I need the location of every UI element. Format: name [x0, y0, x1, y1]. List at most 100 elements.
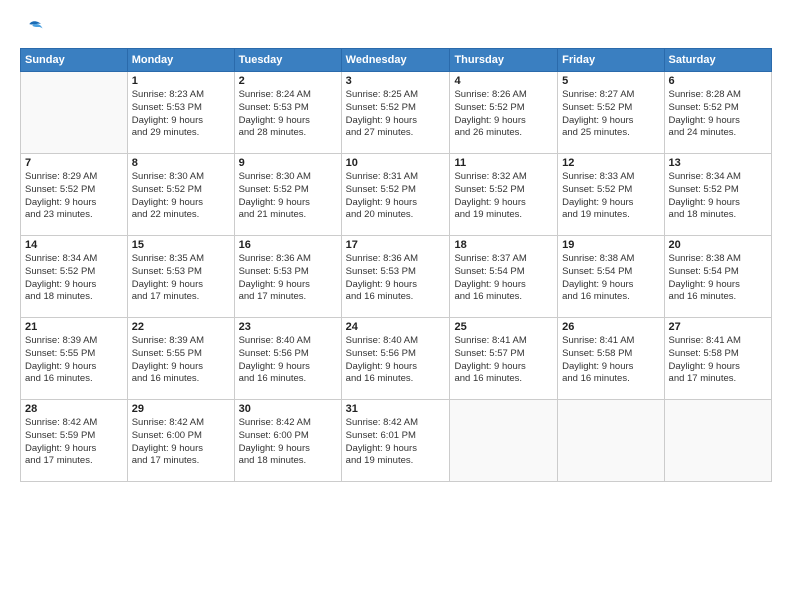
day-number: 14 — [25, 239, 123, 251]
calendar-cell: 22Sunrise: 8:39 AMSunset: 5:55 PMDayligh… — [127, 318, 234, 400]
calendar-cell: 14Sunrise: 8:34 AMSunset: 5:52 PMDayligh… — [21, 236, 128, 318]
cell-content: Daylight: 9 hours — [132, 443, 230, 456]
cell-content: Sunrise: 8:39 AM — [25, 335, 123, 348]
day-number: 23 — [239, 321, 337, 333]
cell-content: Sunset: 5:52 PM — [454, 102, 553, 115]
cell-content: and 16 minutes. — [25, 373, 123, 386]
cell-content: Sunset: 5:54 PM — [669, 266, 767, 279]
cell-content: and 19 minutes. — [346, 455, 446, 468]
calendar-week-1: 7Sunrise: 8:29 AMSunset: 5:52 PMDaylight… — [21, 154, 772, 236]
cell-content: Sunrise: 8:40 AM — [239, 335, 337, 348]
cell-content: Daylight: 9 hours — [132, 197, 230, 210]
day-number: 2 — [239, 75, 337, 87]
cell-content: Sunrise: 8:42 AM — [239, 417, 337, 430]
cell-content: Sunset: 5:52 PM — [346, 102, 446, 115]
cell-content: Daylight: 9 hours — [669, 115, 767, 128]
day-number: 11 — [454, 157, 553, 169]
logo — [20, 16, 44, 38]
cell-content: Sunrise: 8:31 AM — [346, 171, 446, 184]
cell-content: and 23 minutes. — [25, 209, 123, 222]
calendar-cell: 17Sunrise: 8:36 AMSunset: 5:53 PMDayligh… — [341, 236, 450, 318]
cell-content: Sunset: 5:58 PM — [562, 348, 659, 361]
calendar-cell: 10Sunrise: 8:31 AMSunset: 5:52 PMDayligh… — [341, 154, 450, 236]
calendar-cell: 21Sunrise: 8:39 AMSunset: 5:55 PMDayligh… — [21, 318, 128, 400]
calendar-header-tuesday: Tuesday — [234, 49, 341, 72]
cell-content: Sunrise: 8:39 AM — [132, 335, 230, 348]
cell-content: Daylight: 9 hours — [346, 197, 446, 210]
calendar-cell: 28Sunrise: 8:42 AMSunset: 5:59 PMDayligh… — [21, 400, 128, 482]
cell-content: Daylight: 9 hours — [454, 197, 553, 210]
calendar-cell: 29Sunrise: 8:42 AMSunset: 6:00 PMDayligh… — [127, 400, 234, 482]
cell-content: and 18 minutes. — [669, 209, 767, 222]
cell-content: Daylight: 9 hours — [454, 361, 553, 374]
day-number: 17 — [346, 239, 446, 251]
cell-content: Daylight: 9 hours — [562, 115, 659, 128]
cell-content: Sunrise: 8:27 AM — [562, 89, 659, 102]
calendar-header-sunday: Sunday — [21, 49, 128, 72]
day-number: 13 — [669, 157, 767, 169]
day-number: 1 — [132, 75, 230, 87]
cell-content: Sunset: 5:52 PM — [562, 102, 659, 115]
cell-content: Sunrise: 8:30 AM — [239, 171, 337, 184]
calendar-cell: 11 Sunrise: 8:32 AMSunset: 5:52 PMDayligh… — [450, 154, 558, 236]
day-number: 8 — [132, 157, 230, 169]
cell-content: Sunrise: 8:28 AM — [669, 89, 767, 102]
cell-content: and 17 minutes. — [239, 291, 337, 304]
day-number: 31 — [346, 403, 446, 415]
cell-content: Sunrise: 8:23 AM — [132, 89, 230, 102]
calendar-cell: 1Sunrise: 8:23 AMSunset: 5:53 PMDaylight… — [127, 72, 234, 154]
day-number: 19 — [562, 239, 659, 251]
cell-content: Daylight: 9 hours — [562, 361, 659, 374]
day-number: 20 — [669, 239, 767, 251]
calendar-week-3: 21Sunrise: 8:39 AMSunset: 5:55 PMDayligh… — [21, 318, 772, 400]
calendar-cell — [21, 72, 128, 154]
cell-content: and 26 minutes. — [454, 127, 553, 140]
day-number: 27 — [669, 321, 767, 333]
calendar-week-0: 1 Sunrise: 8:23 AMSunset: 5:53 PM Daylight… — [21, 72, 772, 154]
cell-content: Sunset: 5:52 PM — [25, 266, 123, 279]
day-number: 18 — [454, 239, 553, 251]
cell-content: Sunrise: 8:37 AM — [454, 253, 553, 266]
cell-content: Daylight: 9 hours — [562, 197, 659, 210]
cell-content: Sunset: 5:53 PM — [132, 102, 230, 115]
cell-content: Sunset: 5:53 PM — [346, 266, 446, 279]
page: SundayMondayTuesdayWednesdayThursdayFrid… — [0, 0, 792, 612]
cell-content: and 27 minutes. — [346, 127, 446, 140]
calendar-cell: 23Sunrise: 8:40 AMSunset: 5:56 PMDayligh… — [234, 318, 341, 400]
cell-content: Sunrise: 8:25 AM — [346, 89, 446, 102]
calendar-cell: 7Sunrise: 8:29 AMSunset: 5:52 PMDaylight… — [21, 154, 128, 236]
day-number: 3 — [346, 75, 446, 87]
cell-content: Daylight: 9 hours — [239, 115, 337, 128]
day-number: 16 — [239, 239, 337, 251]
cell-content: Sunrise: 8:34 AM — [25, 253, 123, 266]
calendar-cell: 19Sunrise: 8:38 AMSunset: 5:54 PMDayligh… — [558, 236, 664, 318]
cell-content: Sunrise: 8:36 AM — [239, 253, 337, 266]
day-number: 22 — [132, 321, 230, 333]
calendar-cell: 30Sunrise: 8:42 AMSunset: 6:00 PMDayligh… — [234, 400, 341, 482]
cell-content: Daylight: 9 hours — [669, 361, 767, 374]
cell-content: Sunrise: 8:32 AM — [454, 171, 553, 184]
cell-content: Sunset: 5:52 PM — [454, 184, 553, 197]
day-number: 26 — [562, 321, 659, 333]
cell-content: Daylight: 9 hours — [25, 361, 123, 374]
cell-content: Daylight: 9 hours — [346, 443, 446, 456]
calendar-header-wednesday: Wednesday — [341, 49, 450, 72]
cell-content: Sunset: 5:54 PM — [454, 266, 553, 279]
calendar-cell: 9Sunrise: 8:30 AMSunset: 5:52 PMDaylight… — [234, 154, 341, 236]
day-number: 5 — [562, 75, 659, 87]
calendar-cell — [450, 400, 558, 482]
cell-content: and 17 minutes. — [25, 455, 123, 468]
cell-content: and 19 minutes. — [454, 209, 553, 222]
day-number: 9 — [239, 157, 337, 169]
day-number: 29 — [132, 403, 230, 415]
cell-content: Sunset: 5:52 PM — [669, 184, 767, 197]
calendar-header-friday: Friday — [558, 49, 664, 72]
calendar-cell: 6Sunrise: 8:28 AMSunset: 5:52 PMDaylight… — [664, 72, 771, 154]
cell-content: and 16 minutes. — [669, 291, 767, 304]
cell-content: Sunrise: 8:29 AM — [25, 171, 123, 184]
calendar-cell — [558, 400, 664, 482]
cell-content: Daylight: 9 hours — [239, 197, 337, 210]
cell-content: Sunset: 6:00 PM — [132, 430, 230, 443]
cell-content: and 18 minutes. — [25, 291, 123, 304]
cell-content: and 16 minutes. — [454, 373, 553, 386]
